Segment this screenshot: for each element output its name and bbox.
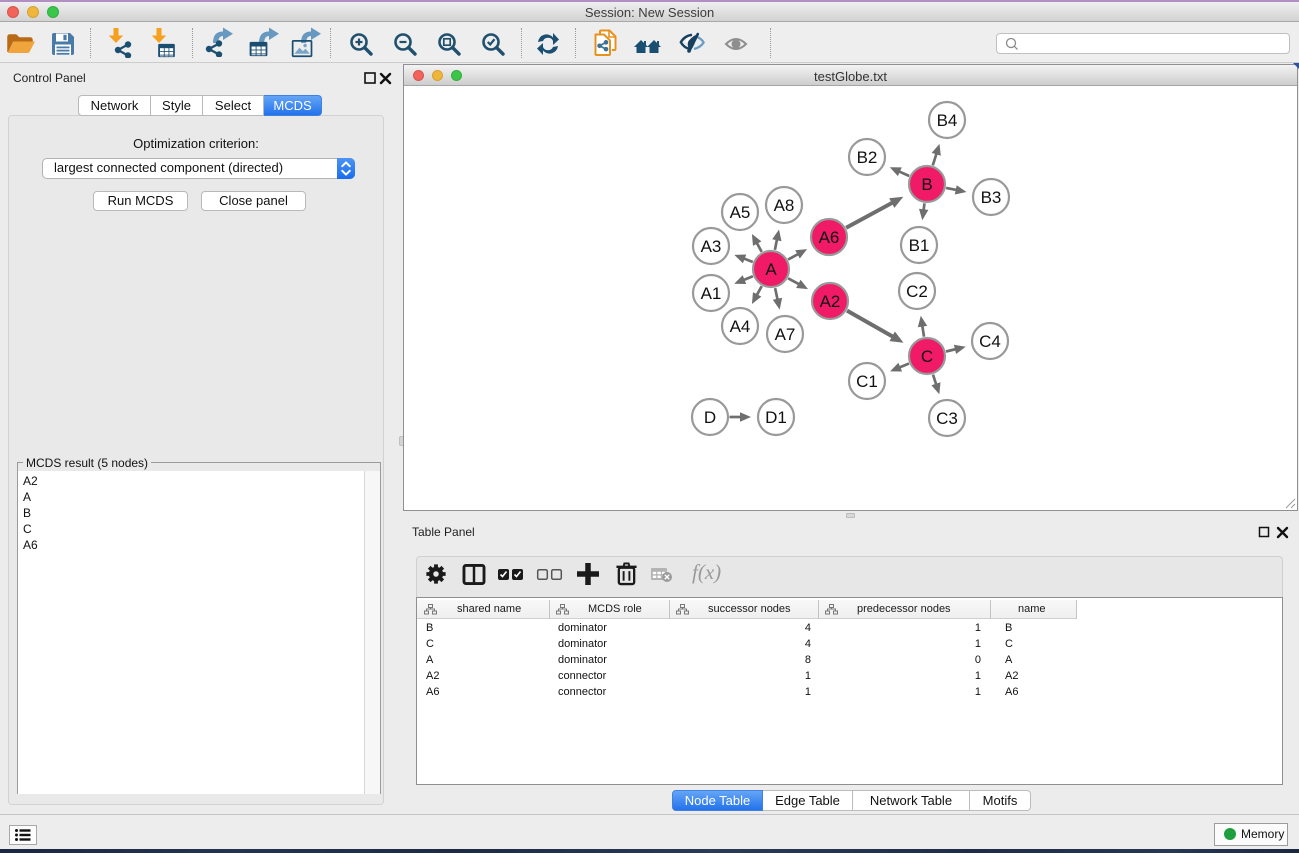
svg-text:C2: C2: [906, 282, 928, 301]
svg-text:A2: A2: [820, 292, 841, 311]
svg-text:C1: C1: [856, 372, 878, 391]
svg-text:D1: D1: [765, 408, 787, 427]
svg-text:C: C: [921, 347, 933, 366]
svg-text:B2: B2: [857, 148, 878, 167]
svg-text:C4: C4: [979, 332, 1001, 351]
svg-text:B4: B4: [937, 111, 958, 130]
svg-text:A8: A8: [774, 196, 795, 215]
svg-text:A4: A4: [730, 317, 751, 336]
svg-text:A: A: [765, 260, 777, 279]
svg-text:A3: A3: [701, 237, 722, 256]
svg-text:A7: A7: [775, 325, 796, 344]
svg-text:D: D: [704, 408, 716, 427]
svg-text:C3: C3: [936, 409, 958, 428]
svg-text:B1: B1: [909, 236, 930, 255]
svg-text:A1: A1: [701, 284, 722, 303]
svg-text:A6: A6: [819, 228, 840, 247]
svg-text:f(x): f(x): [692, 562, 721, 584]
svg-text:B: B: [921, 175, 932, 194]
svg-text:B3: B3: [981, 188, 1002, 207]
svg-text:A5: A5: [730, 203, 751, 222]
